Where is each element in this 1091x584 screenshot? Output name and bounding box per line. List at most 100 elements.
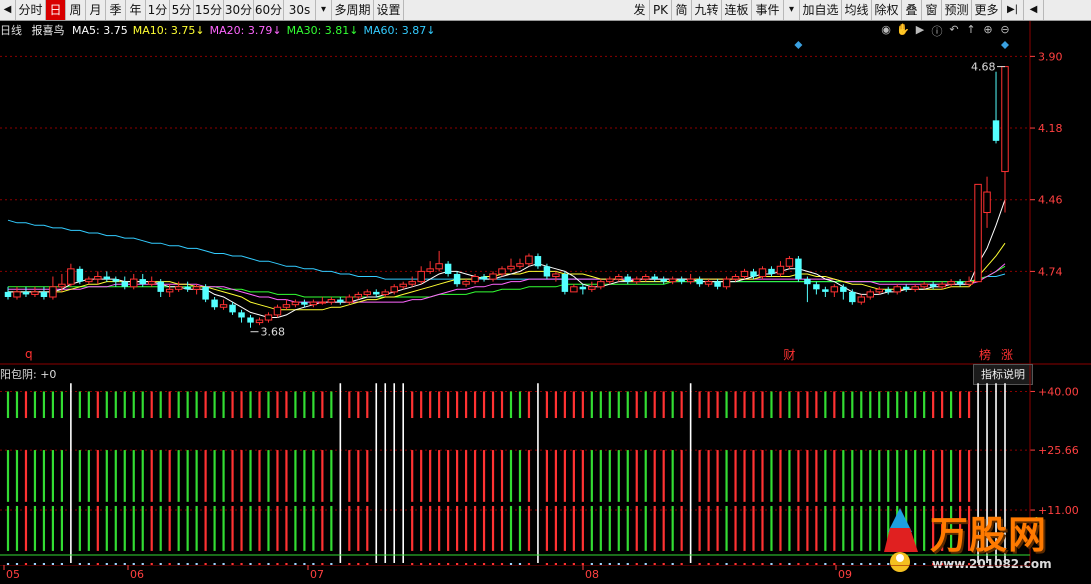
candle xyxy=(247,314,254,328)
candle-body xyxy=(139,279,146,285)
candle xyxy=(255,317,264,326)
tool-jian-button[interactable]: 简 xyxy=(672,0,692,20)
candle xyxy=(273,304,282,318)
candle-body xyxy=(758,268,767,278)
period-m1-button[interactable]: 1分 xyxy=(146,0,170,20)
candle-body xyxy=(776,265,785,275)
period-nian-button[interactable]: 年 xyxy=(126,0,146,20)
candle-body xyxy=(570,286,578,293)
candle-body xyxy=(686,278,695,283)
event-diamond-icon[interactable] xyxy=(1001,41,1009,49)
period-ji-button[interactable]: 季 xyxy=(106,0,126,20)
candle-body xyxy=(85,278,93,283)
tool-chuang-button[interactable]: 窗 xyxy=(922,0,942,20)
candle xyxy=(1001,66,1009,213)
tool-junxian-button[interactable]: 均线 xyxy=(842,0,872,20)
period-yue-button[interactable]: 月 xyxy=(86,0,106,20)
tool-die-button[interactable]: 叠 xyxy=(902,0,922,20)
date-tick-label: 07 xyxy=(310,568,324,581)
candle-body xyxy=(768,268,775,274)
candle-body xyxy=(399,283,407,288)
candle-body xyxy=(641,276,650,280)
high-price-label: 4.68 xyxy=(971,61,996,74)
candle xyxy=(588,281,596,292)
candle xyxy=(813,281,820,295)
candle-body xyxy=(615,276,623,280)
dropdown-arrow-icon[interactable]: ▾ xyxy=(316,0,332,20)
candle-body xyxy=(678,279,685,282)
candle-body xyxy=(489,273,497,280)
candle xyxy=(722,276,731,290)
candle-body xyxy=(345,296,354,303)
period-fenshi-button[interactable]: 分时 xyxy=(16,0,46,20)
candle xyxy=(795,256,802,282)
tool-fa-button[interactable]: 发 xyxy=(630,0,650,20)
period-ri-button[interactable]: 日 xyxy=(46,0,66,20)
candle xyxy=(704,279,713,287)
finance-marker[interactable]: 财 xyxy=(783,348,795,362)
tool-jiuzhuan-button[interactable]: 九转 xyxy=(692,0,722,20)
tool-jiazixuan-button[interactable]: 加自选 xyxy=(800,0,842,20)
tool-lianban-button[interactable]: 连板 xyxy=(722,0,752,20)
candle xyxy=(219,299,228,310)
q-marker[interactable]: q xyxy=(25,347,33,361)
candle xyxy=(714,279,721,290)
candle xyxy=(902,284,910,292)
candle-body xyxy=(660,279,667,282)
candle xyxy=(211,297,218,310)
candle-body xyxy=(264,314,273,321)
dropdown-arrow-icon[interactable]: ▾ xyxy=(784,0,800,20)
candle-body xyxy=(318,301,327,304)
candle xyxy=(67,263,75,287)
candle xyxy=(525,253,533,267)
pin-icon[interactable]: ▶| xyxy=(1002,0,1024,20)
candle-body xyxy=(804,279,811,285)
candle xyxy=(76,266,84,285)
period-zhou-button[interactable]: 周 xyxy=(66,0,86,20)
candle-body xyxy=(354,293,363,298)
candle-body xyxy=(956,281,964,285)
candle-body xyxy=(363,291,372,295)
period-m30-button[interactable]: 30分 xyxy=(224,0,254,20)
kline-chart[interactable]: 4.74 4.46 4.18 3.90 4.68 3.68 q 财 榜涨 xyxy=(0,21,1091,365)
candle-body xyxy=(229,304,236,313)
period-duozhouqi-button[interactable]: 多周期 xyxy=(332,0,374,20)
candle xyxy=(147,276,156,287)
candle xyxy=(615,273,623,282)
tool-yuce-button[interactable]: 预测 xyxy=(942,0,972,20)
candle-body xyxy=(696,279,703,285)
candle xyxy=(840,284,847,300)
candle-body xyxy=(668,278,677,283)
period-s30-button[interactable]: 30s xyxy=(284,0,316,20)
period-m60-button[interactable]: 60分 xyxy=(254,0,284,20)
candle-body xyxy=(174,286,183,290)
candle-body xyxy=(525,255,533,265)
candle xyxy=(624,273,631,285)
candle xyxy=(282,299,291,310)
list-marker[interactable]: 榜 xyxy=(979,347,991,362)
tool-shijian-button[interactable]: 事件 xyxy=(752,0,784,20)
candle-body xyxy=(121,281,128,287)
candle-body xyxy=(390,286,398,293)
period-m15-button[interactable]: 15分 xyxy=(194,0,224,20)
candle xyxy=(408,276,416,287)
limit-up-marker[interactable]: 涨 xyxy=(1001,347,1013,362)
period-shezhi-button[interactable]: 设置 xyxy=(374,0,404,20)
tool-chuquan-button[interactable]: 除权 xyxy=(872,0,902,20)
left-arrow-icon[interactable]: ◀ xyxy=(0,0,16,20)
candle xyxy=(435,250,443,272)
candle xyxy=(776,261,785,277)
candle-body xyxy=(453,273,461,285)
candle-body xyxy=(157,281,164,292)
candle xyxy=(768,266,775,277)
collapse-icon[interactable]: ◀ xyxy=(1024,0,1044,20)
period-m5-button[interactable]: 5分 xyxy=(170,0,194,20)
tool-gengduo-button[interactable]: 更多 xyxy=(972,0,1002,20)
candle-body xyxy=(444,263,452,274)
candle-body xyxy=(714,281,721,287)
tool-pk-button[interactable]: PK xyxy=(650,0,672,20)
candle xyxy=(94,271,102,285)
candle-body xyxy=(983,191,991,214)
event-diamond-icon[interactable] xyxy=(794,41,803,49)
candle xyxy=(121,276,128,290)
